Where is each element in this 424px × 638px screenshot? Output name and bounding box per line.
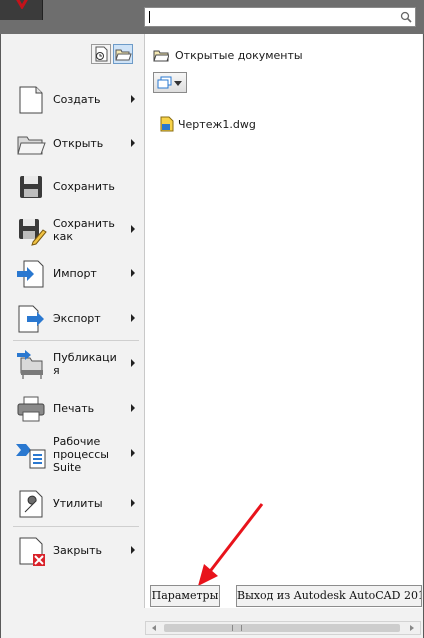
submenu-arrow-icon	[131, 404, 135, 412]
exit-autocad-button[interactable]: Выход из Autodesk AutoCAD 2017	[236, 585, 422, 607]
submenu-arrow-icon	[131, 139, 135, 147]
new-document-icon	[19, 86, 43, 114]
open-documents-toggle[interactable]	[113, 44, 133, 64]
menu-item-label: Экспорт	[53, 312, 101, 325]
submenu-arrow-icon	[131, 499, 135, 507]
menu-item-import[interactable]: Импорт	[11, 254, 139, 294]
application-menu-panel: Создать Открыть Сохранить Сохранить как …	[1, 34, 423, 638]
dwg-file-icon	[160, 116, 174, 132]
floppy-disk-icon	[20, 176, 42, 198]
menu-item-label: Публикаци я	[53, 351, 117, 377]
save-as-icon	[19, 219, 47, 246]
menu-item-save[interactable]: Сохранить	[11, 167, 139, 207]
open-documents-icon	[115, 49, 132, 61]
menu-item-label: Закрыть	[53, 544, 102, 557]
menu-item-label: Импорт	[53, 267, 97, 280]
submenu-arrow-icon	[131, 546, 135, 554]
publish-icon	[17, 350, 43, 379]
submenu-arrow-icon	[131, 269, 135, 277]
submenu-arrow-icon	[131, 449, 135, 457]
menu-item-new[interactable]: Создать	[11, 80, 139, 120]
folder-icon	[153, 50, 169, 62]
menu-item-label: Создать	[53, 93, 101, 106]
submenu-arrow-icon	[131, 359, 135, 367]
menu-divider	[13, 340, 139, 341]
submenu-arrow-icon	[131, 314, 135, 322]
menu-item-label: Утилиты	[53, 497, 103, 510]
open-folder-icon	[17, 136, 46, 155]
submenu-arrow-icon	[131, 95, 135, 103]
menu-item-publish[interactable]: Публикаци я	[11, 344, 139, 384]
menu-item-label: Печать	[53, 402, 95, 415]
printer-icon	[17, 396, 45, 422]
recent-documents-toggle[interactable]	[91, 44, 111, 64]
section-title: Открытые документы	[175, 49, 303, 62]
documents-pane: Открытые документы Чертеж1.dwg	[144, 34, 422, 608]
application-menu-button[interactable]	[0, 0, 43, 20]
options-button[interactable]: Параметры	[150, 585, 220, 607]
scroll-left-icon[interactable]	[152, 625, 156, 631]
menu-item-export[interactable]: Экспорт	[11, 299, 139, 339]
horizontal-scrollbar[interactable]	[145, 621, 421, 635]
suite-workflows-icon	[16, 444, 46, 469]
close-document-icon	[19, 537, 45, 566]
menu-item-open[interactable]: Открыть	[11, 124, 139, 164]
scrollbar-grip	[232, 625, 242, 631]
export-icon	[18, 305, 44, 333]
scrollbar-thumb[interactable]	[164, 624, 400, 632]
menu-item-label: Сохранить как	[53, 217, 115, 243]
menu-divider	[13, 526, 139, 527]
top-bar	[0, 0, 424, 34]
menu-item-save-as[interactable]: Сохранить как	[11, 210, 139, 250]
scroll-right-icon[interactable]	[410, 625, 414, 631]
autocad-logo-icon	[16, 0, 28, 9]
chevron-down-icon	[174, 81, 182, 86]
menu-item-label: Рабочие процессы Suite	[53, 435, 109, 474]
document-name: Чертеж1.dwg	[178, 118, 256, 131]
view-mode-dropdown[interactable]	[153, 72, 187, 93]
menu-item-label: Сохранить	[53, 180, 115, 193]
wrench-icon	[19, 490, 43, 518]
recent-documents-icon	[95, 46, 108, 62]
icons-view-icon	[157, 76, 172, 89]
menu-item-suite-workflows[interactable]: Рабочие процессы Suite	[11, 434, 139, 474]
search-icon[interactable]	[399, 10, 413, 24]
import-icon	[17, 260, 44, 288]
text-cursor	[149, 11, 150, 23]
menu-item-print[interactable]: Печать	[11, 389, 139, 429]
menu-commands-pane: Создать Открыть Сохранить Сохранить как …	[1, 34, 142, 638]
menu-item-utilities[interactable]: Утилиты	[11, 484, 139, 524]
menu-item-close[interactable]: Закрыть	[11, 531, 139, 571]
search-input[interactable]	[144, 7, 416, 27]
menu-item-label: Открыть	[53, 137, 104, 150]
submenu-arrow-icon	[131, 225, 135, 233]
